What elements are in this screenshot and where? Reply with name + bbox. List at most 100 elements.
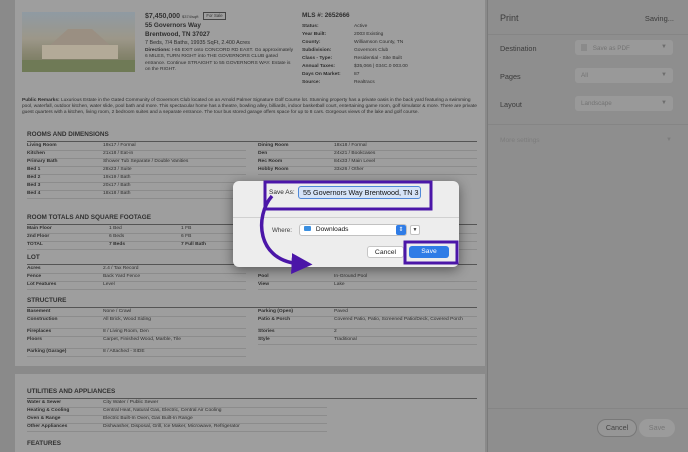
pdf-document-icon [581, 44, 587, 51]
property-photo-lawn [22, 60, 135, 72]
table-row: Pool In-Ground Pool [258, 274, 477, 282]
listing-header: $7,450,000 $374/sqft For Sale 55 Governo… [22, 12, 482, 94]
mls-details: MLS #: 2652666 Status: Active Year Built:… [302, 12, 482, 88]
chevron-down-icon: ▼ [661, 72, 667, 78]
table-row: Lot Features Level [27, 282, 246, 290]
destination-select[interactable]: Save as PDF ▼ [575, 40, 673, 55]
table-row: Fireplaces 8 / Living Room, Den [27, 329, 246, 337]
utilities-section: UTILITIES AND APPLIANCES Water & Sewer Ci… [27, 388, 477, 432]
layout-label: Layout [500, 100, 522, 109]
table-row: Water & Sewer City Water / Public Sewer [27, 400, 327, 408]
directions-label: Directions: [145, 48, 171, 53]
print-cancel-button[interactable]: Cancel [597, 419, 637, 437]
table-row: Bed 2 19x19 / Bath [27, 175, 246, 183]
property-photo [22, 12, 135, 72]
table-row: Oven & Range Electric Built-In Oven, Gas … [27, 416, 327, 424]
detail-row: Days On Market: 87 [302, 71, 360, 77]
table-row: Heating & Cooling Central Heat, Natural G… [27, 408, 327, 416]
table-row: Bed 1 28x23 / Suite [27, 167, 246, 175]
table-row: Fence Back Yard Fence [27, 274, 246, 282]
rooms-left-column: Living Room 19x17 / Formal Kitchen 21x18 /… [27, 143, 246, 199]
table-row: Rec Room 84x33 / Main Level [258, 159, 477, 167]
destination-value: Save as PDF [592, 45, 630, 52]
table-row: Parking (Open) Paved [258, 309, 477, 317]
dialog-save-button[interactable]: Save [409, 246, 449, 258]
price-per-sqft: $374/sqft [182, 14, 199, 19]
table-row: Acres 2.4 / Tax Record [27, 266, 246, 274]
table-row: View Lake [258, 282, 477, 290]
table-row: Den 24x21 / Bookcases [258, 151, 477, 159]
expand-dialog-button[interactable]: ▼ [410, 225, 420, 235]
remarks-text: Luxurious Estate in the Gated Community … [22, 98, 477, 116]
layout-select[interactable]: Landscape ▼ [575, 96, 673, 111]
public-remarks: Public Remarks: Luxurious Estate in the … [22, 98, 480, 117]
detail-row: Class - Type: Residential - Site Built [302, 55, 402, 61]
address-line-2: Brentwood, TN 37027 [145, 31, 210, 38]
structure-section: STRUCTURE Basement None / Crawl Construct… [27, 297, 477, 357]
print-settings-panel: Print Saving... Destination Save as PDF … [487, 0, 688, 452]
pages-select[interactable]: All ▼ [575, 68, 673, 83]
remarks-label: Public Remarks: [22, 98, 60, 103]
listing-price: $7,450,000 $374/sqft For Sale [145, 12, 226, 21]
chevron-updown-icon[interactable]: ⇕ [396, 225, 406, 235]
section-title: STRUCTURE [27, 297, 477, 308]
property-photo-walls [42, 45, 118, 59]
detail-row: Year Built: 2003 Existing [302, 31, 384, 37]
pages-value: All [581, 72, 588, 79]
more-settings-toggle[interactable]: More settings [500, 137, 540, 144]
structure-left-column: Basement None / Crawl Construction All Bri… [27, 309, 246, 357]
saving-status: Saving... [644, 14, 674, 23]
section-title: FEATURES [27, 440, 61, 447]
table-row: Parking (Garage) 8 / Attached - SIDE [27, 349, 246, 357]
where-label: Where: [272, 227, 292, 234]
structure-right-column: Parking (Open) Paved Patio & Porch Covered… [258, 309, 477, 357]
table-row: Style Traditional [258, 337, 477, 345]
detail-row: Status: Active [302, 23, 368, 29]
panel-divider [488, 34, 688, 35]
lot-right-column: Pool In-Ground Pool View Lake [258, 266, 477, 290]
address-line-1: 55 Governors Way [145, 22, 201, 29]
table-row: Patio & Porch Covered Patio, Patio, Scree… [258, 317, 477, 329]
print-save-button[interactable]: Save [639, 419, 675, 437]
table-row: Construction All Brick, Wood Siding [27, 317, 246, 329]
save-as-label: Save As: [269, 189, 295, 196]
table-row: Stories 2 [258, 329, 477, 337]
table-row: Bed 4 18x18 / Bath [27, 191, 246, 199]
table-row: Kitchen 21x18 / Eat-in [27, 151, 246, 159]
where-select[interactable]: Downloads [299, 224, 407, 236]
panel-divider [488, 124, 688, 125]
detail-row: Source: Realtracs [302, 79, 375, 85]
table-row: Floors Carpet, Finished Wood, Marble, Til… [27, 337, 246, 349]
table-row: Other Appliances Dishwasher, Disposal, Gr… [27, 424, 327, 432]
directions: Directions: I-65 EXIT onto CONCORD RD EA… [145, 48, 295, 74]
chevron-down-icon: ▼ [661, 44, 667, 50]
table-row: Bed 3 20x17 / Bath [27, 183, 246, 191]
status-badge: For Sale [203, 12, 226, 21]
section-title: ROOMS AND DIMENSIONS [27, 131, 477, 142]
table-row: Dining Room 18x18 / Formal [258, 143, 477, 151]
table-row: Hobby Room 33x26 / Other [258, 167, 477, 175]
section-title: UTILITIES AND APPLIANCES [27, 388, 477, 399]
panel-divider [488, 408, 688, 409]
table-row: Primary Bath Shower Tub Separate / Double… [27, 159, 246, 167]
chevron-down-icon: ▼ [666, 137, 672, 143]
detail-row: Annual Taxes: $35,066 | 034C.0 003.00 [302, 63, 408, 69]
detail-row: Subdivision: Governors Club [302, 47, 389, 53]
lot-grid: Acres 2.4 / Tax Record Fence Back Yard Fen… [27, 266, 477, 290]
lot-left-column: Acres 2.4 / Tax Record Fence Back Yard Fen… [27, 266, 246, 290]
dialog-cancel-button[interactable]: Cancel [367, 246, 404, 258]
filename-input[interactable]: 55 Governors Way Brentwood, TN 3 [298, 186, 421, 199]
mls-number: MLS #: 2652666 [302, 12, 350, 19]
save-dialog: Save As: 55 Governors Way Brentwood, TN … [233, 181, 459, 267]
folder-icon [304, 226, 311, 231]
pages-label: Pages [500, 72, 521, 81]
chevron-down-icon: ▼ [661, 100, 667, 106]
preview-page-2: UTILITIES AND APPLIANCES Water & Sewer Ci… [15, 374, 485, 452]
property-photo-roof [48, 29, 112, 47]
table-row: Living Room 19x17 / Formal [27, 143, 246, 151]
dialog-divider [233, 217, 459, 218]
destination-label: Destination [500, 44, 537, 53]
table-row: Basement None / Crawl [27, 309, 246, 317]
layout-value: Landscape [581, 100, 612, 107]
print-title: Print [500, 13, 519, 23]
